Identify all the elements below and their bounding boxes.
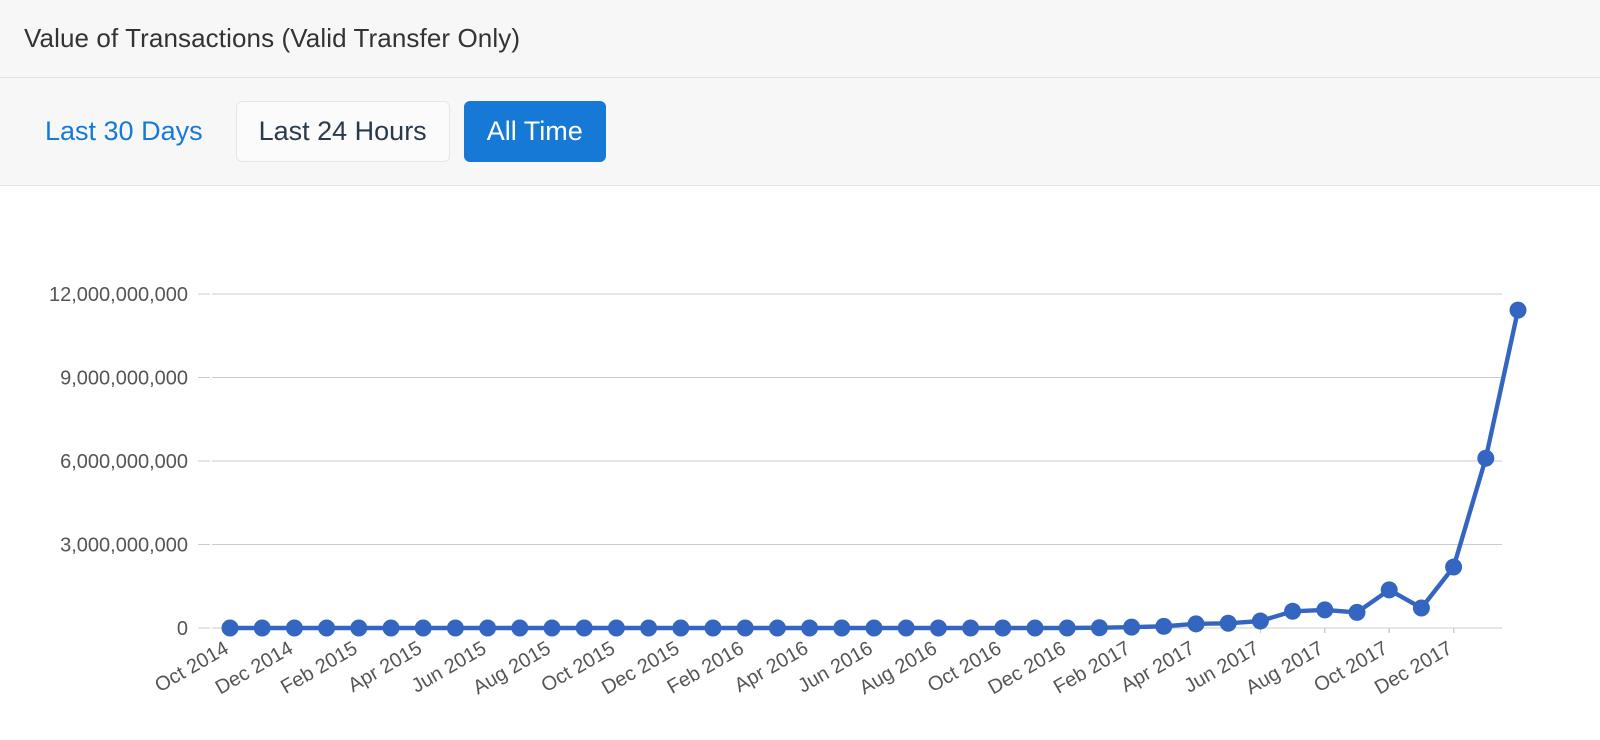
data-point[interactable] xyxy=(1380,581,1398,599)
data-point[interactable] xyxy=(833,619,851,637)
data-point[interactable] xyxy=(897,619,915,637)
tab-last-24-hours[interactable]: Last 24 Hours xyxy=(235,101,450,162)
data-point[interactable] xyxy=(1219,614,1237,632)
series-line-path xyxy=(227,307,1521,631)
data-point[interactable] xyxy=(1187,615,1205,633)
data-point[interactable] xyxy=(704,619,722,637)
y-axis-tick-label: 0 xyxy=(177,618,188,640)
data-point[interactable] xyxy=(350,619,368,637)
data-point[interactable] xyxy=(736,619,754,637)
data-point[interactable] xyxy=(221,619,239,637)
time-range-tabs: Last 30 Days Last 24 Hours All Time xyxy=(0,78,1600,186)
data-point[interactable] xyxy=(1284,602,1302,620)
data-point[interactable] xyxy=(479,619,497,637)
data-point[interactable] xyxy=(575,619,593,637)
data-point[interactable] xyxy=(446,619,464,637)
data-point[interactable] xyxy=(1155,617,1173,635)
page-title: Value of Transactions (Valid Transfer On… xyxy=(24,23,521,53)
data-point[interactable] xyxy=(1251,612,1269,630)
data-point[interactable] xyxy=(865,619,883,637)
data-point[interactable] xyxy=(1412,599,1430,617)
y-axis-tick-label: 9,000,000,000 xyxy=(60,368,188,390)
tab-last-30-days[interactable]: Last 30 Days xyxy=(22,101,226,162)
data-point[interactable] xyxy=(801,619,819,637)
data-point[interactable] xyxy=(318,619,336,637)
data-point[interactable] xyxy=(382,619,400,637)
data-point[interactable] xyxy=(1058,619,1076,637)
chart-area: 0 3,000,000,000 6,000,000,000 9,000,000,000… xyxy=(0,186,1600,740)
y-axis-tick-label: 12,000,000,000 xyxy=(49,284,188,306)
data-point[interactable] xyxy=(1090,619,1108,637)
data-point[interactable] xyxy=(1509,301,1527,319)
data-point[interactable] xyxy=(672,619,690,637)
data-point[interactable] xyxy=(994,619,1012,637)
data-point[interactable] xyxy=(285,619,303,637)
data-point[interactable] xyxy=(1316,601,1334,619)
tab-all-time[interactable]: All Time xyxy=(463,101,606,162)
data-point[interactable] xyxy=(768,619,786,637)
data-point[interactable] xyxy=(1348,603,1366,621)
data-point[interactable] xyxy=(543,619,561,637)
line-chart: 0 3,000,000,000 6,000,000,000 9,000,000,000… xyxy=(49,284,1527,699)
data-point[interactable] xyxy=(607,619,625,637)
y-axis-tick-label: 6,000,000,000 xyxy=(60,451,188,473)
data-point[interactable] xyxy=(1026,619,1044,637)
data-point[interactable] xyxy=(1477,449,1495,467)
data-point[interactable] xyxy=(929,619,947,637)
data-point[interactable] xyxy=(253,619,271,637)
panel-header: Value of Transactions (Valid Transfer On… xyxy=(0,0,1600,78)
data-point[interactable] xyxy=(414,619,432,637)
data-point[interactable] xyxy=(511,619,529,637)
transactions-chart-panel: Value of Transactions (Valid Transfer On… xyxy=(0,0,1600,740)
data-point[interactable] xyxy=(1123,618,1141,636)
data-point[interactable] xyxy=(962,619,980,637)
data-point[interactable] xyxy=(640,619,658,637)
data-point[interactable] xyxy=(1445,558,1463,576)
y-axis-tick-label: 3,000,000,000 xyxy=(60,535,188,557)
